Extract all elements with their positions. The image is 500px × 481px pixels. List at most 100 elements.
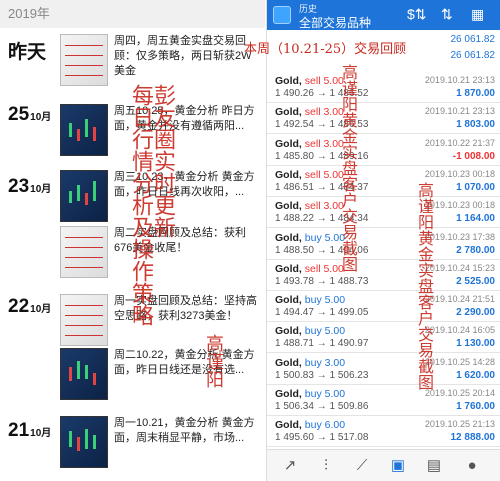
- trade-symbol: Gold, buy 5.00: [275, 325, 346, 338]
- trade-prices: 1 488.71 → 1 490.97: [275, 338, 369, 350]
- trade-row[interactable]: Gold, buy 5.00 1 488.50 → 1 494.06 2019.10…: [267, 229, 500, 260]
- trade-time: 2019.10.21 23:13: [424, 106, 495, 117]
- feed-post[interactable]: 周三10.23，黄金分析 黄金方面，昨日日线再次收阳，...: [60, 170, 265, 222]
- chat-icon[interactable]: ●: [461, 456, 483, 476]
- trade-row[interactable]: Gold, sell 3.00 1 485.80 → 1 489.16 2019.1…: [267, 135, 500, 166]
- trade-row[interactable]: Gold, sell 5.00 1 490.26 → 1 486.52 2019.1…: [267, 72, 500, 103]
- trade-profit: 2 780.00: [456, 244, 495, 256]
- trade-prices: 1 506.34 → 1 509.86: [275, 401, 369, 412]
- trade-chart-icon[interactable]: ↗: [279, 456, 301, 476]
- trade-symbol: Gold, buy 5.00: [275, 388, 346, 400]
- trade-row[interactable]: Gold, buy 6.00 1 495.60 → 1 517.08 2019.10…: [267, 416, 500, 448]
- day-label: 昨天: [8, 42, 47, 63]
- trade-symbol: Gold, buy 6.00: [275, 419, 346, 432]
- post-thumbnail: [60, 348, 108, 400]
- trade-prices: 1 488.22 → 1 484.34: [275, 213, 369, 225]
- trade-side: sell 3.00: [304, 137, 344, 150]
- line-chart-icon[interactable]: ⟋: [351, 456, 373, 476]
- trade-time: 2019.10.23 17:38: [424, 231, 495, 242]
- header-title[interactable]: 全部交易品种: [299, 14, 371, 31]
- trade-row[interactable]: Gold, sell 3.00 1 492.54 → 1 486.53 2019.1…: [267, 103, 500, 135]
- post-thumbnail: [60, 170, 108, 222]
- trade-profit: 1 803.00: [456, 119, 495, 131]
- feed-post[interactable]: 周二10.22，黄金分析 黄金方面，昨日日线还是没有选...: [60, 348, 265, 400]
- post-thumbnail: [60, 294, 108, 346]
- trade-time: 2019.10.21 23:13: [424, 75, 495, 85]
- trade-symbol: Gold, sell 5.00: [275, 168, 344, 181]
- trade-side: buy 3.00: [304, 356, 346, 369]
- trade-profit: -1 008.00: [452, 150, 495, 162]
- feed-post[interactable]: 周五10.25，黄金分析 昨日方面，黄金并没有遵循两阳...: [60, 104, 265, 156]
- trade-symbol: Gold, sell 3.00: [275, 200, 344, 213]
- trade-profit: 1 870.00: [456, 88, 495, 99]
- trade-side: sell 3.00: [304, 106, 344, 119]
- trade-time: 2019.10.25 20:14: [424, 388, 495, 398]
- trade-time: 2019.10.24 16:05: [424, 325, 495, 336]
- trade-profit: 1 164.00: [456, 213, 495, 225]
- trade-profit: 2 290.00: [456, 307, 495, 319]
- trade-side: buy 5.00: [304, 294, 346, 307]
- trade-profit: 2 525.00: [456, 275, 495, 287]
- post-text: 周一10.21，黄金分析 黄金方面，周末稍显平静，市场...: [114, 417, 255, 444]
- feed-post[interactable]: 周一10.21，黄金分析 黄金方面，周末稍显平静，市场...: [60, 416, 265, 468]
- candles-icon[interactable]: ⫶: [315, 456, 337, 476]
- trade-side: sell 5.00: [304, 168, 344, 181]
- trade-prices: 1 495.60 → 1 517.08: [275, 432, 369, 444]
- post-text: 周一实盘回顾及总结：坚持高空思路，获利3273美金！: [114, 295, 257, 322]
- trade-row[interactable]: Gold, sell 3.00 1 488.22 → 1 484.34 2019.1…: [267, 197, 500, 229]
- trade-time: 2019.10.23 00:18: [424, 200, 495, 211]
- trade-prices: 1 485.80 → 1 489.16: [275, 150, 369, 162]
- trade-side: buy 6.00: [304, 419, 346, 432]
- post-thumbnail: [60, 34, 108, 86]
- trade-time: 2019.10.24 15:23: [424, 262, 495, 273]
- feed-post[interactable]: 周四，周五黄金实盘交易回顾：仅多策略，两日斩获2W美金: [60, 34, 265, 86]
- sort-icon[interactable]: ⇅: [441, 6, 453, 23]
- currency-icon[interactable]: $⇅: [407, 6, 427, 23]
- trade-row[interactable]: Gold, buy 3.00 1 500.83 → 1 506.23 2019.10…: [267, 354, 500, 385]
- trade-time: 2019.10.23 00:18: [424, 168, 495, 179]
- year-header: 2019年: [0, 0, 265, 28]
- trade-time: 2019.10.25 14:28: [424, 356, 495, 367]
- feed-post[interactable]: 周一实盘回顾及总结：坚持高空思路，获利3273美金！: [60, 294, 265, 346]
- trade-profit: 1 130.00: [456, 338, 495, 350]
- calendar-icon[interactable]: ▦: [471, 6, 484, 23]
- trade-history-screen: 历史 全部交易品种 $⇅ ⇅ ▦ 26 061.82 26 061.82 Gol…: [266, 0, 500, 481]
- trade-row[interactable]: Gold, buy 5.00 1 506.34 → 1 509.86 2019.10…: [267, 385, 500, 416]
- trade-symbol: Gold, sell 5.00: [275, 75, 344, 87]
- trade-prices: 1 494.47 → 1 499.05: [275, 307, 369, 319]
- news-icon[interactable]: ▤: [423, 456, 445, 476]
- trade-profit: 12 888.00: [450, 432, 496, 444]
- trade-symbol: Gold, buy 5.00: [275, 231, 346, 244]
- post-text: 周二实盘回顾及总结：获利676美金收尾！: [114, 227, 246, 254]
- trade-side: buy 5.00: [304, 325, 346, 338]
- day-label: 2310月: [8, 176, 52, 197]
- trade-side: sell 5.00: [304, 262, 344, 275]
- app-logo-icon: [273, 6, 291, 24]
- post-text: 周四，周五黄金实盘交易回顾：仅多策略，两日斩获2W美金: [114, 35, 252, 77]
- trade-time: 2019.10.22 21:37: [424, 137, 495, 148]
- inbox-icon[interactable]: ▣: [387, 456, 409, 476]
- trade-row[interactable]: Gold, sell 5.00 1 493.78 → 1 488.73 2019.1…: [267, 260, 500, 291]
- post-text: 周二10.22，黄金分析 黄金方面，昨日日线还是没有选...: [114, 349, 255, 376]
- trade-side: sell 5.00: [304, 75, 344, 87]
- trade-profit: 1 070.00: [456, 181, 495, 193]
- post-text: 周五10.25，黄金分析 昨日方面，黄金并没有遵循两阳...: [114, 105, 255, 132]
- trade-symbol: Gold, buy 5.00: [275, 294, 346, 307]
- trade-side: buy 5.00: [304, 231, 346, 244]
- bottom-tab-bar: ↗ ⫶ ⟋ ▣ ▤ ●: [267, 449, 500, 481]
- trade-profit: 1 760.00: [456, 401, 495, 412]
- trade-time: 2019.10.24 21:51: [424, 294, 495, 305]
- feed-post[interactable]: 周二实盘回顾及总结：获利676美金收尾！: [60, 226, 265, 278]
- trade-prices: 1 500.83 → 1 506.23: [275, 369, 369, 381]
- day-label: 2210月: [8, 296, 52, 317]
- app-header: 历史 全部交易品种 $⇅ ⇅ ▦: [267, 0, 500, 30]
- trade-row[interactable]: Gold, buy 5.00 1 488.71 → 1 490.97 2019.10…: [267, 322, 500, 354]
- weekly-review-banner: 本周（10.21-25）交易回顾: [244, 42, 407, 57]
- trade-prices: 1 490.26 → 1 486.52: [275, 88, 369, 99]
- trade-row[interactable]: Gold, buy 5.00 1 494.47 → 1 499.05 2019.10…: [267, 291, 500, 323]
- trade-symbol: Gold, sell 5.00: [275, 262, 344, 275]
- trade-prices: 1 486.51 → 1 484.37: [275, 181, 369, 193]
- trade-row[interactable]: Gold, sell 5.00 1 486.51 → 1 484.37 2019.1…: [267, 166, 500, 197]
- trade-prices: 1 488.50 → 1 494.06: [275, 244, 369, 256]
- day-label: 2510月: [8, 104, 52, 125]
